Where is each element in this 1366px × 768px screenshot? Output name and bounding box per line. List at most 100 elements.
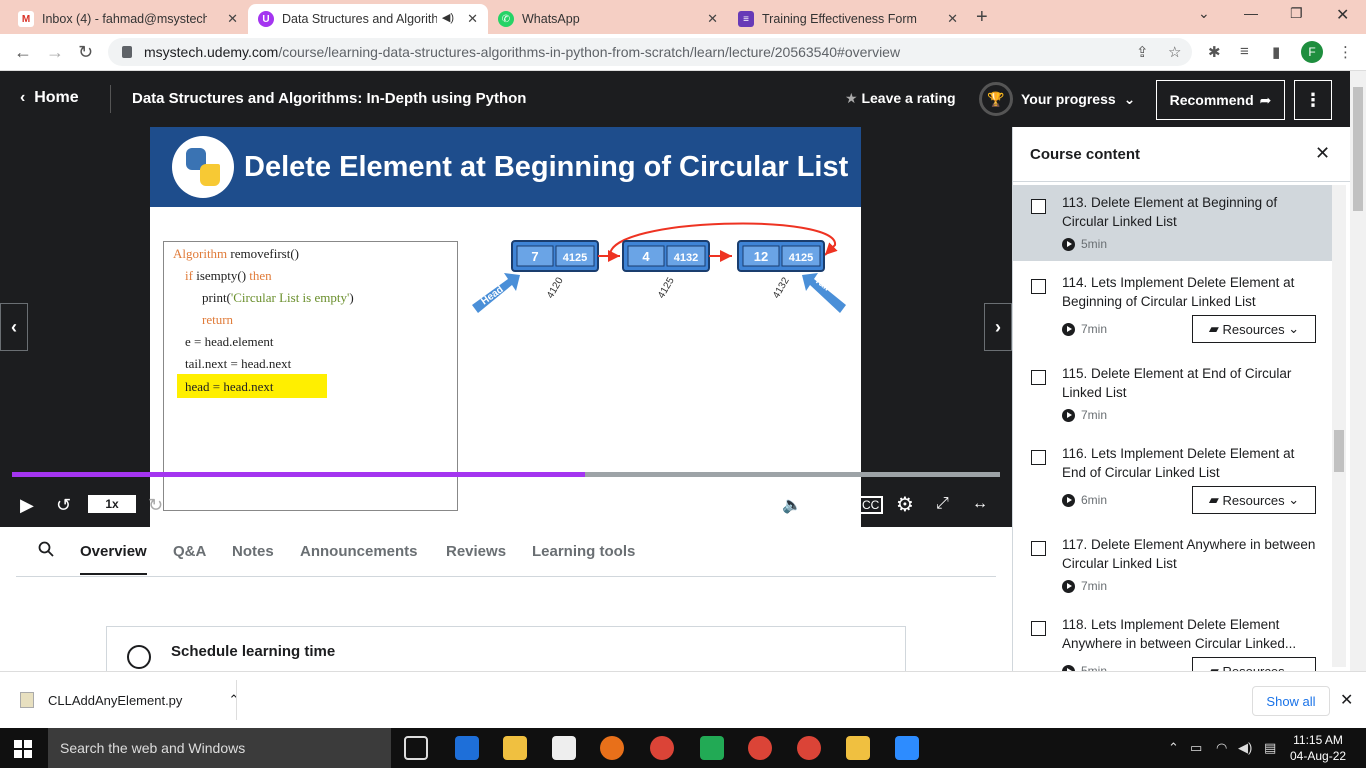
close-downloads-icon[interactable]: ✕ xyxy=(1340,690,1353,710)
app-icon[interactable] xyxy=(700,736,724,760)
speaker-icon[interactable]: ◀) xyxy=(442,11,454,24)
close-sidebar-icon[interactable]: ✕ xyxy=(1315,143,1330,164)
play-icon[interactable]: ▶ xyxy=(20,495,34,516)
volume-icon[interactable]: 🔈 xyxy=(782,495,802,515)
lecture-checkbox[interactable] xyxy=(1031,279,1046,294)
python-icon[interactable] xyxy=(846,736,870,760)
restore-button[interactable]: ❐ xyxy=(1290,5,1303,22)
close-window-button[interactable]: ✕ xyxy=(1336,5,1349,25)
volume-icon[interactable]: ◀) xyxy=(1238,740,1252,756)
file-explorer-icon[interactable] xyxy=(503,736,527,760)
scrollbar-thumb[interactable] xyxy=(1353,87,1363,211)
chrome-icon[interactable] xyxy=(650,736,674,760)
url-bar[interactable]: msystech.udemy.com/course/learning-data-… xyxy=(108,38,1192,66)
close-tab-icon[interactable]: ✕ xyxy=(467,11,478,27)
chrome-icon[interactable] xyxy=(797,736,821,760)
lecture-item[interactable]: 113. Delete Element at Beginning of Circ… xyxy=(1013,185,1333,261)
tray-expand-icon[interactable]: ⌃ xyxy=(1168,740,1179,756)
profile-avatar[interactable]: F xyxy=(1301,41,1323,63)
tab-overview[interactable]: Overview xyxy=(80,543,147,575)
lecture-item[interactable]: 115. Delete Element at End of Circular L… xyxy=(1013,356,1333,432)
share-icon[interactable]: ⇪ xyxy=(1136,43,1149,61)
python-file-icon xyxy=(20,692,34,708)
fullscreen-icon[interactable]: ⤢ xyxy=(936,495,949,513)
recommend-button[interactable]: Recommend ➦ xyxy=(1156,80,1285,120)
edge-icon[interactable] xyxy=(455,736,479,760)
extensions-icon[interactable]: ✱ xyxy=(1208,43,1221,61)
lecture-item[interactable]: 116. Lets Implement Delete Element at En… xyxy=(1013,436,1333,522)
minimize-button[interactable]: — xyxy=(1244,5,1258,21)
forward-button[interactable]: → xyxy=(46,42,64,63)
media-control-icon[interactable]: ≡ xyxy=(1240,43,1249,60)
sidebar-scrollbar[interactable] xyxy=(1332,185,1346,667)
browser-tab-udemy[interactable]: U Data Structures and Algorith ◀) ✕ xyxy=(248,4,488,34)
chrome-profile-icon[interactable] xyxy=(748,736,772,760)
resources-button[interactable]: ▰ Resources ⌄ xyxy=(1192,657,1316,671)
browser-menu-icon[interactable]: ⋮ xyxy=(1338,43,1353,61)
taskbar-search[interactable]: Search the web and Windows xyxy=(48,728,391,768)
taskbar-clock[interactable]: 11:15 AM 04-Aug-22 xyxy=(1290,732,1346,764)
lecture-item[interactable]: 117. Delete Element Anywhere in between … xyxy=(1013,527,1333,603)
browser-tab-gmail[interactable]: M Inbox (4) - fahmad@msystechno ✕ xyxy=(8,4,248,34)
close-tab-icon[interactable]: ✕ xyxy=(947,11,958,27)
battery-icon[interactable]: ▭ xyxy=(1190,740,1202,756)
kebab-icon: ⋮ xyxy=(1304,89,1322,110)
sidebar-title: Course content xyxy=(1030,146,1141,163)
course-title[interactable]: Data Structures and Algorithms: In-Depth… xyxy=(132,90,526,107)
close-tab-icon[interactable]: ✕ xyxy=(227,11,238,27)
side-panel-icon[interactable]: ▮ xyxy=(1272,43,1280,61)
firefox-icon[interactable] xyxy=(600,736,624,760)
lecture-checkbox[interactable] xyxy=(1031,450,1046,465)
lecture-checkbox[interactable] xyxy=(1031,370,1046,385)
task-view-icon[interactable] xyxy=(404,736,428,760)
playback-speed-button[interactable]: 1x xyxy=(88,495,136,513)
scrollbar-thumb[interactable] xyxy=(1334,430,1344,472)
previous-lecture-button[interactable]: ‹ xyxy=(0,303,28,351)
lecture-checkbox[interactable] xyxy=(1031,541,1046,556)
lecture-checkbox[interactable] xyxy=(1031,621,1046,636)
browser-tab-forms[interactable]: ≡ Training Effectiveness Form ✕ xyxy=(728,4,968,34)
add-note-icon[interactable]: ≡ xyxy=(268,495,277,513)
tab-reviews[interactable]: Reviews xyxy=(446,543,506,560)
video-player[interactable]: Delete Element at Beginning of Circular … xyxy=(0,127,1012,527)
captions-icon[interactable]: CC xyxy=(858,496,884,514)
lecture-item[interactable]: 114. Lets Implement Delete Element at Be… xyxy=(1013,265,1333,351)
resources-button[interactable]: ▰ Resources ⌄ xyxy=(1192,315,1316,343)
zoom-icon[interactable] xyxy=(895,736,919,760)
reload-button[interactable]: ↻ xyxy=(78,42,93,63)
wifi-icon[interactable]: ◠ xyxy=(1216,740,1227,756)
lecture-item[interactable]: 118. Lets Implement Delete Element Anywh… xyxy=(1013,607,1333,671)
more-options-button[interactable]: ⋮ xyxy=(1294,80,1332,120)
expand-width-icon[interactable]: ↔ xyxy=(972,495,988,513)
tab-learning-tools[interactable]: Learning tools xyxy=(532,543,635,560)
show-all-button[interactable]: Show all xyxy=(1252,686,1330,716)
chevron-up-icon[interactable]: ⌃ xyxy=(228,692,239,708)
download-item[interactable]: CLLAddAnyElement.py ⌃ xyxy=(20,692,239,708)
search-icon[interactable] xyxy=(38,541,54,557)
close-tab-icon[interactable]: ✕ xyxy=(707,11,718,27)
store-icon[interactable] xyxy=(552,736,576,760)
next-lecture-button[interactable]: › xyxy=(984,303,1012,351)
tab-notes[interactable]: Notes xyxy=(232,543,274,560)
tab-search-icon[interactable]: ⌄ xyxy=(1198,5,1210,22)
bookmark-star-icon[interactable]: ☆ xyxy=(1168,43,1181,61)
back-button[interactable]: ← xyxy=(14,42,32,63)
leave-rating-button[interactable]: ★ Leave a rating xyxy=(845,90,956,107)
rewind-icon[interactable]: ↺ xyxy=(56,495,71,516)
chevron-right-icon: › xyxy=(995,316,1001,337)
progress-button[interactable]: 🏆 Your progress ⌄ xyxy=(979,82,1135,116)
tab-announcements[interactable]: Announcements xyxy=(300,543,418,560)
notification-icon[interactable]: ▤ xyxy=(1264,740,1276,756)
node-address: 4125 xyxy=(656,275,677,300)
forward-icon[interactable]: ↻ xyxy=(148,495,163,516)
browser-tab-whatsapp[interactable]: ✆ WhatsApp ✕ xyxy=(488,4,728,34)
new-tab-button[interactable]: + xyxy=(976,6,988,29)
home-link[interactable]: ‹ Home xyxy=(20,89,79,107)
tab-qa[interactable]: Q&A xyxy=(173,543,206,560)
lecture-checkbox[interactable] xyxy=(1031,199,1046,214)
page-scrollbar[interactable] xyxy=(1350,71,1366,671)
windows-start-icon[interactable] xyxy=(14,740,32,758)
resources-button[interactable]: ▰ Resources ⌄ xyxy=(1192,486,1316,514)
transcript-icon[interactable]: ▤ xyxy=(822,495,837,515)
settings-gear-icon[interactable]: ⚙ xyxy=(896,492,914,517)
